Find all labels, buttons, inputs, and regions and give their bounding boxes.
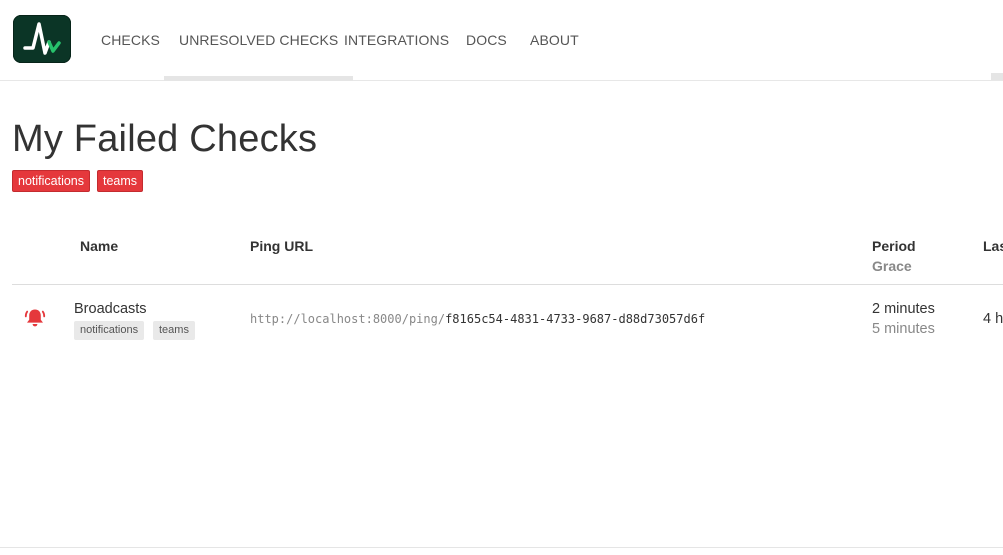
column-header-ping-url: Ping URL <box>250 238 313 254</box>
column-header-name: Name <box>80 238 119 254</box>
ping-url-code: f8165c54-4831-4733-9687-d88d73057d6f <box>445 312 706 326</box>
footer-divider <box>0 547 1003 548</box>
navbar: CHECKS UNRESOLVED CHECKS INTEGRATIONS DO… <box>0 0 1003 81</box>
grace-value[interactable]: 5 minutes <box>872 321 935 337</box>
nav-checks[interactable]: CHECKS <box>101 0 160 80</box>
check-tag-teams: teams <box>153 321 195 340</box>
logo[interactable] <box>13 15 71 63</box>
nav-about[interactable]: ABOUT <box>530 0 579 80</box>
page-title: My Failed Checks <box>12 118 318 160</box>
filter-tag-teams[interactable]: teams <box>97 170 144 192</box>
ping-url-base: http://localhost:8000/ping/ <box>250 312 446 326</box>
last-ping-value: 4 h <box>983 311 1003 327</box>
filter-tag-notifications[interactable]: notifications <box>12 170 91 192</box>
column-header-grace: Grace <box>872 258 912 274</box>
column-header-last-ping: Las <box>983 238 1003 254</box>
nav-integrations[interactable]: INTEGRATIONS <box>344 0 449 80</box>
check-tag-notifications: notifications <box>74 321 145 340</box>
table-header-divider <box>12 284 1003 285</box>
nav-edge-indicator <box>991 73 1003 80</box>
nav-unresolved-checks[interactable]: UNRESOLVED CHECKS <box>163 0 354 81</box>
check-name[interactable]: Broadcasts <box>74 301 147 317</box>
bell-icon[interactable] <box>24 307 46 334</box>
nav-docs[interactable]: DOCS <box>466 0 507 80</box>
pulse-logo-icon <box>23 22 61 55</box>
ping-url[interactable]: http://localhost:8000/ping/f8165c54-4831… <box>250 312 705 326</box>
period-value[interactable]: 2 minutes <box>872 301 935 317</box>
column-header-period: Period <box>872 238 916 254</box>
